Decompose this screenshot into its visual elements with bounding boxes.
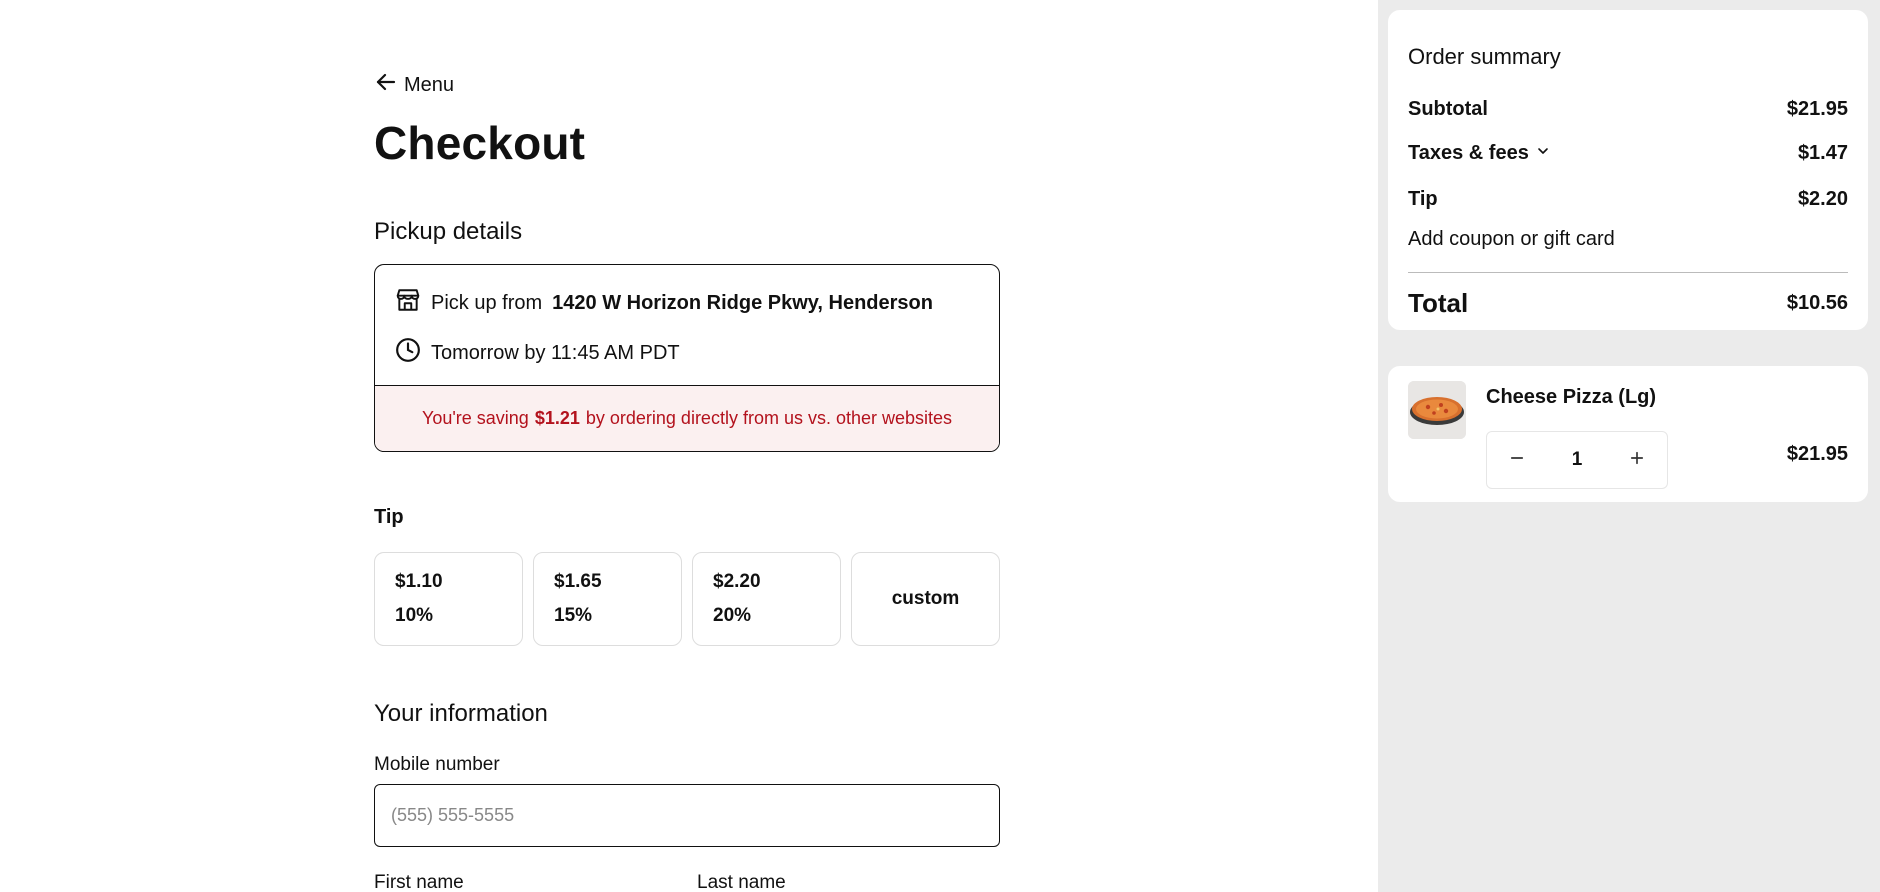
summary-divider bbox=[1408, 272, 1848, 273]
tip-option-custom[interactable]: custom bbox=[851, 552, 1000, 646]
taxes-fees-toggle[interactable]: Taxes & fees bbox=[1408, 142, 1551, 165]
pickup-address: 1420 W Horizon Ridge Pkwy, Henderson bbox=[552, 291, 933, 314]
pickup-time: Tomorrow by 11:45 AM PDT bbox=[431, 341, 680, 364]
your-information-title: Your information bbox=[374, 700, 548, 727]
tip-amount: $2.20 bbox=[713, 571, 761, 592]
first-name-label: First name bbox=[374, 872, 464, 892]
pickup-details-title: Pickup details bbox=[374, 218, 523, 245]
pickup-details-card: Pick up from 1420 W Horizon Ridge Pkwy, … bbox=[374, 264, 1000, 452]
quantity-value: 1 bbox=[1571, 449, 1583, 470]
pizza-thumbnail bbox=[1408, 381, 1466, 439]
back-to-menu-link[interactable]: Menu bbox=[374, 70, 454, 100]
tip-option-15[interactable]: $1.65 15% bbox=[533, 552, 682, 646]
taxes-value: $1.47 bbox=[1797, 142, 1848, 164]
cart-item-price: $21.95 bbox=[1786, 443, 1848, 465]
arrow-left-icon bbox=[374, 70, 398, 100]
cart-item-card: Cheese Pizza (Lg) 1 $21.95 bbox=[1388, 366, 1868, 502]
tip-option-10[interactable]: $1.10 10% bbox=[374, 552, 523, 646]
chevron-down-icon bbox=[1535, 142, 1551, 165]
tip-option-20[interactable]: $2.20 20% bbox=[692, 552, 841, 646]
pickup-address-row: Pick up from 1420 W Horizon Ridge Pkwy, … bbox=[395, 287, 933, 319]
tip-value: $2.20 bbox=[1797, 188, 1848, 210]
total-label: Total bbox=[1408, 288, 1469, 318]
order-summary-title: Order summary bbox=[1408, 44, 1561, 69]
checkout-main: Menu Checkout Pickup details Pick up fro… bbox=[0, 0, 1378, 892]
increase-quantity-button[interactable] bbox=[1625, 448, 1649, 472]
subtotal-label: Subtotal bbox=[1408, 98, 1488, 120]
saving-amount: $1.21 bbox=[534, 408, 580, 428]
minus-icon bbox=[1508, 449, 1526, 472]
taxes-label: Taxes & fees bbox=[1408, 142, 1529, 164]
order-sidebar: Order summary Subtotal $21.95 Taxes & fe… bbox=[1378, 0, 1880, 892]
tip-percent: 15% bbox=[554, 605, 593, 626]
page-title: Checkout bbox=[374, 117, 586, 169]
saving-suffix: by ordering directly from us vs. other w… bbox=[585, 408, 953, 428]
tip-row: Tip $2.20 bbox=[1408, 188, 1848, 211]
tip-options: $1.10 10% $1.65 15% $2.20 20% custom bbox=[374, 552, 1000, 646]
clock-icon bbox=[395, 337, 421, 369]
tip-custom-label: custom bbox=[891, 588, 960, 609]
total-row: Total $10.56 bbox=[1408, 288, 1848, 319]
mobile-number-input[interactable] bbox=[374, 784, 1000, 847]
cart-item-name: Cheese Pizza (Lg) bbox=[1486, 386, 1657, 408]
tip-title: Tip bbox=[374, 506, 404, 528]
pickup-time-row: Tomorrow by 11:45 AM PDT bbox=[395, 337, 680, 369]
subtotal-value: $21.95 bbox=[1786, 98, 1848, 120]
tip-amount: $1.65 bbox=[554, 571, 602, 592]
order-summary-card: Order summary Subtotal $21.95 Taxes & fe… bbox=[1388, 10, 1868, 330]
last-name-label: Last name bbox=[697, 872, 786, 892]
taxes-row: Taxes & fees $1.47 bbox=[1408, 142, 1848, 165]
subtotal-row: Subtotal $21.95 bbox=[1408, 98, 1848, 121]
decrease-quantity-button[interactable] bbox=[1505, 448, 1529, 472]
plus-icon bbox=[1628, 449, 1646, 472]
tip-percent: 10% bbox=[395, 605, 434, 626]
tip-percent: 20% bbox=[713, 605, 752, 626]
store-icon bbox=[395, 287, 421, 319]
total-value: $10.56 bbox=[1786, 292, 1848, 314]
quantity-stepper: 1 bbox=[1486, 431, 1668, 489]
saving-banner: You're saving $1.21 by ordering directly… bbox=[375, 386, 999, 451]
add-coupon-link[interactable]: Add coupon or gift card bbox=[1408, 228, 1615, 251]
pickup-prefix: Pick up from bbox=[431, 291, 543, 314]
saving-prefix: You're saving bbox=[421, 408, 529, 428]
tip-label: Tip bbox=[1408, 188, 1438, 210]
back-link-label: Menu bbox=[404, 73, 455, 96]
mobile-number-label: Mobile number bbox=[374, 754, 500, 775]
tip-amount: $1.10 bbox=[395, 571, 443, 592]
